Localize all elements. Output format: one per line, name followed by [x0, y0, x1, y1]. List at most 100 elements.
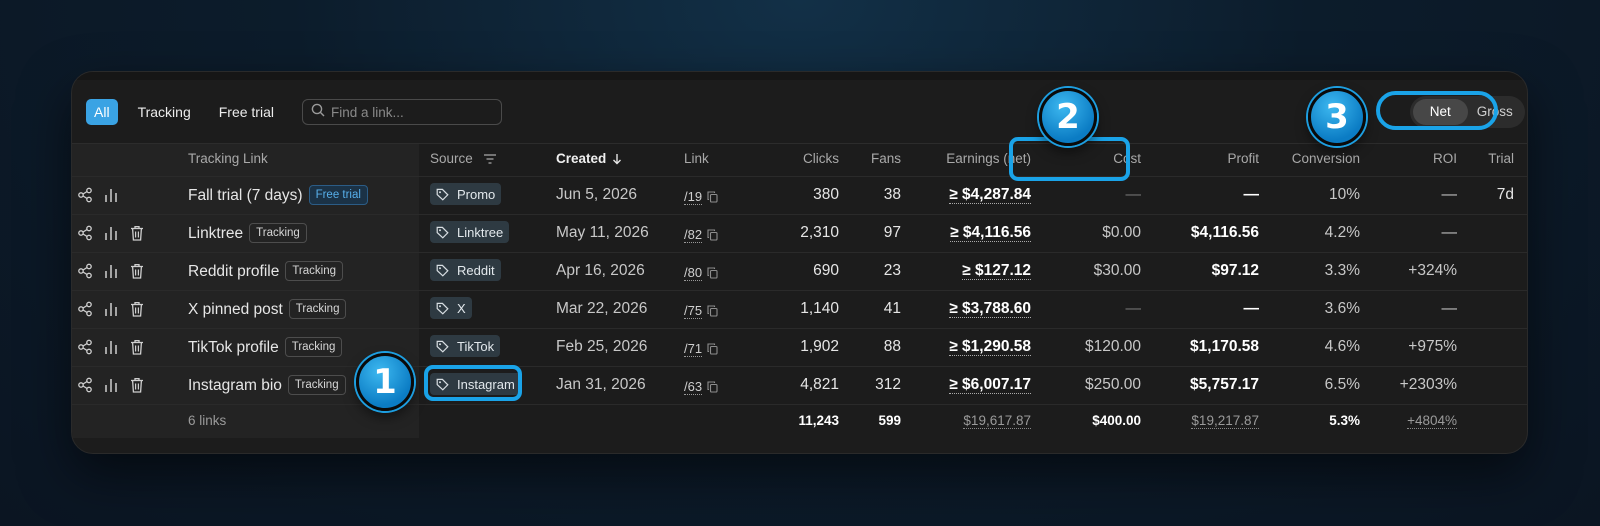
col-header-link[interactable]: Link [684, 151, 709, 166]
source-tag[interactable]: TikTok [430, 335, 501, 357]
share-icon[interactable] [72, 374, 98, 396]
stats-icon[interactable] [98, 260, 124, 282]
step-marker-2: 2 [1039, 88, 1097, 146]
tracking-link-cell[interactable]: Reddit profile Tracking [188, 261, 343, 281]
tracking-link-name[interactable]: TikTok profile [188, 339, 279, 356]
trash-icon[interactable] [124, 222, 150, 244]
tracking-link-name[interactable]: Reddit profile [188, 263, 279, 280]
fans-value: 312 [875, 376, 901, 393]
short-link[interactable]: /82 [684, 227, 703, 243]
copy-icon[interactable] [707, 381, 718, 393]
col-header-created-label: Created [556, 151, 607, 166]
source-tag[interactable]: X [430, 297, 472, 319]
roi-value: +324% [1408, 262, 1457, 279]
source-tag[interactable]: Linktree [430, 221, 510, 243]
earnings-value[interactable]: ≥ $6,007.17 [949, 376, 1031, 394]
cost-value[interactable]: — [1126, 186, 1142, 204]
clicks-value: 380 [813, 186, 839, 203]
source-tag-label: Reddit [457, 262, 495, 278]
col-header-clicks[interactable]: Clicks [803, 151, 839, 166]
source-tag[interactable]: Reddit [430, 259, 501, 281]
share-icon[interactable] [72, 298, 98, 320]
stats-icon[interactable] [98, 222, 124, 244]
profit-value: $4,116.56 [1190, 224, 1259, 241]
tracking-link-name[interactable]: Instagram bio [188, 377, 282, 394]
filter-tab-all[interactable]: All [86, 99, 118, 125]
short-link[interactable]: /63 [684, 379, 703, 395]
search-icon [311, 103, 325, 122]
trash-icon[interactable] [124, 336, 150, 358]
clicks-value: 1,902 [800, 338, 839, 355]
earnings-value[interactable]: ≥ $4,287.84 [949, 186, 1031, 204]
trash-icon[interactable] [124, 298, 150, 320]
earnings-value[interactable]: ≥ $4,116.56 [950, 224, 1031, 242]
source-cell: TikTok [430, 335, 501, 358]
col-header-trial[interactable]: Trial [1488, 151, 1514, 166]
tracking-link-cell[interactable]: X pinned post Tracking [188, 299, 347, 319]
filter-icon[interactable] [483, 153, 497, 165]
tracking-link-cell[interactable]: TikTok profile Tracking [188, 337, 343, 357]
search-box[interactable] [301, 99, 502, 125]
copy-icon[interactable] [707, 191, 718, 203]
fans-value: 23 [883, 262, 901, 279]
cost-value[interactable]: — [1126, 300, 1142, 318]
earnings-value[interactable]: ≥ $3,788.60 [949, 300, 1031, 318]
cost-value[interactable]: $30.00 [1094, 262, 1141, 280]
short-link[interactable]: /71 [684, 341, 703, 357]
tracking-link-cell[interactable]: Fall trial (7 days) Free trial [188, 185, 368, 205]
row-divider [72, 366, 1527, 367]
tracking-link-name[interactable]: Fall trial (7 days) [188, 187, 303, 204]
col-header-conversion[interactable]: Conversion [1292, 151, 1360, 166]
short-link[interactable]: /80 [684, 265, 703, 281]
profit-value: — [1243, 186, 1260, 203]
col-header-roi[interactable]: ROI [1433, 151, 1457, 166]
tracking-link-cell[interactable]: Linktree Tracking [188, 223, 307, 243]
earnings-value[interactable]: ≥ $1,290.58 [949, 338, 1031, 356]
tag-icon [436, 264, 453, 277]
search-input[interactable] [330, 104, 491, 120]
link-type-badge: Tracking [249, 223, 307, 243]
col-header-profit[interactable]: Profit [1227, 151, 1259, 166]
earnings-value[interactable]: ≥ $127.12 [962, 262, 1031, 280]
share-icon[interactable] [72, 184, 98, 206]
tracking-link-cell[interactable]: Instagram bio Tracking [188, 375, 346, 395]
tracking-link-name[interactable]: X pinned post [188, 301, 283, 318]
stats-icon[interactable] [98, 374, 124, 396]
source-tag[interactable]: Promo [430, 183, 502, 205]
share-icon[interactable] [72, 336, 98, 358]
copy-icon[interactable] [707, 305, 718, 317]
col-header-fans[interactable]: Fans [871, 151, 901, 166]
stats-icon[interactable] [98, 184, 124, 206]
cost-value[interactable]: $250.00 [1085, 376, 1141, 394]
short-link[interactable]: /19 [684, 189, 703, 205]
row-actions [72, 336, 150, 358]
copy-icon[interactable] [707, 229, 718, 241]
trash-icon[interactable] [124, 374, 150, 396]
link-cell: /82 [684, 226, 718, 244]
copy-icon[interactable] [707, 343, 718, 355]
link-type-badge: Tracking [285, 261, 343, 281]
col-header-source[interactable]: Source [430, 151, 497, 166]
tag-icon [436, 226, 453, 239]
copy-icon[interactable] [707, 267, 718, 279]
tracking-link-name[interactable]: Linktree [188, 225, 243, 242]
earnings-cell: ≥ $127.12 [962, 262, 1031, 280]
conversion-value: 4.2% [1324, 224, 1360, 241]
conversion-value: 6.5% [1324, 376, 1360, 393]
clicks-value: 2,310 [800, 224, 839, 241]
source-tag-label: Linktree [457, 224, 504, 240]
col-header-created[interactable]: Created [556, 151, 622, 166]
filter-tab-free-trial[interactable]: Free trial [211, 99, 282, 125]
cost-value[interactable]: $120.00 [1085, 338, 1141, 356]
trash-icon[interactable] [124, 260, 150, 282]
share-icon[interactable] [72, 260, 98, 282]
stats-icon[interactable] [98, 336, 124, 358]
link-cell: /19 [684, 188, 718, 206]
stats-icon[interactable] [98, 298, 124, 320]
filter-tab-tracking[interactable]: Tracking [130, 99, 199, 125]
col-header-tracking-link[interactable]: Tracking Link [188, 151, 268, 166]
share-icon[interactable] [72, 222, 98, 244]
short-link[interactable]: /75 [684, 303, 703, 319]
link-type-badge: Tracking [287, 375, 346, 395]
cost-value[interactable]: $0.00 [1102, 224, 1141, 242]
